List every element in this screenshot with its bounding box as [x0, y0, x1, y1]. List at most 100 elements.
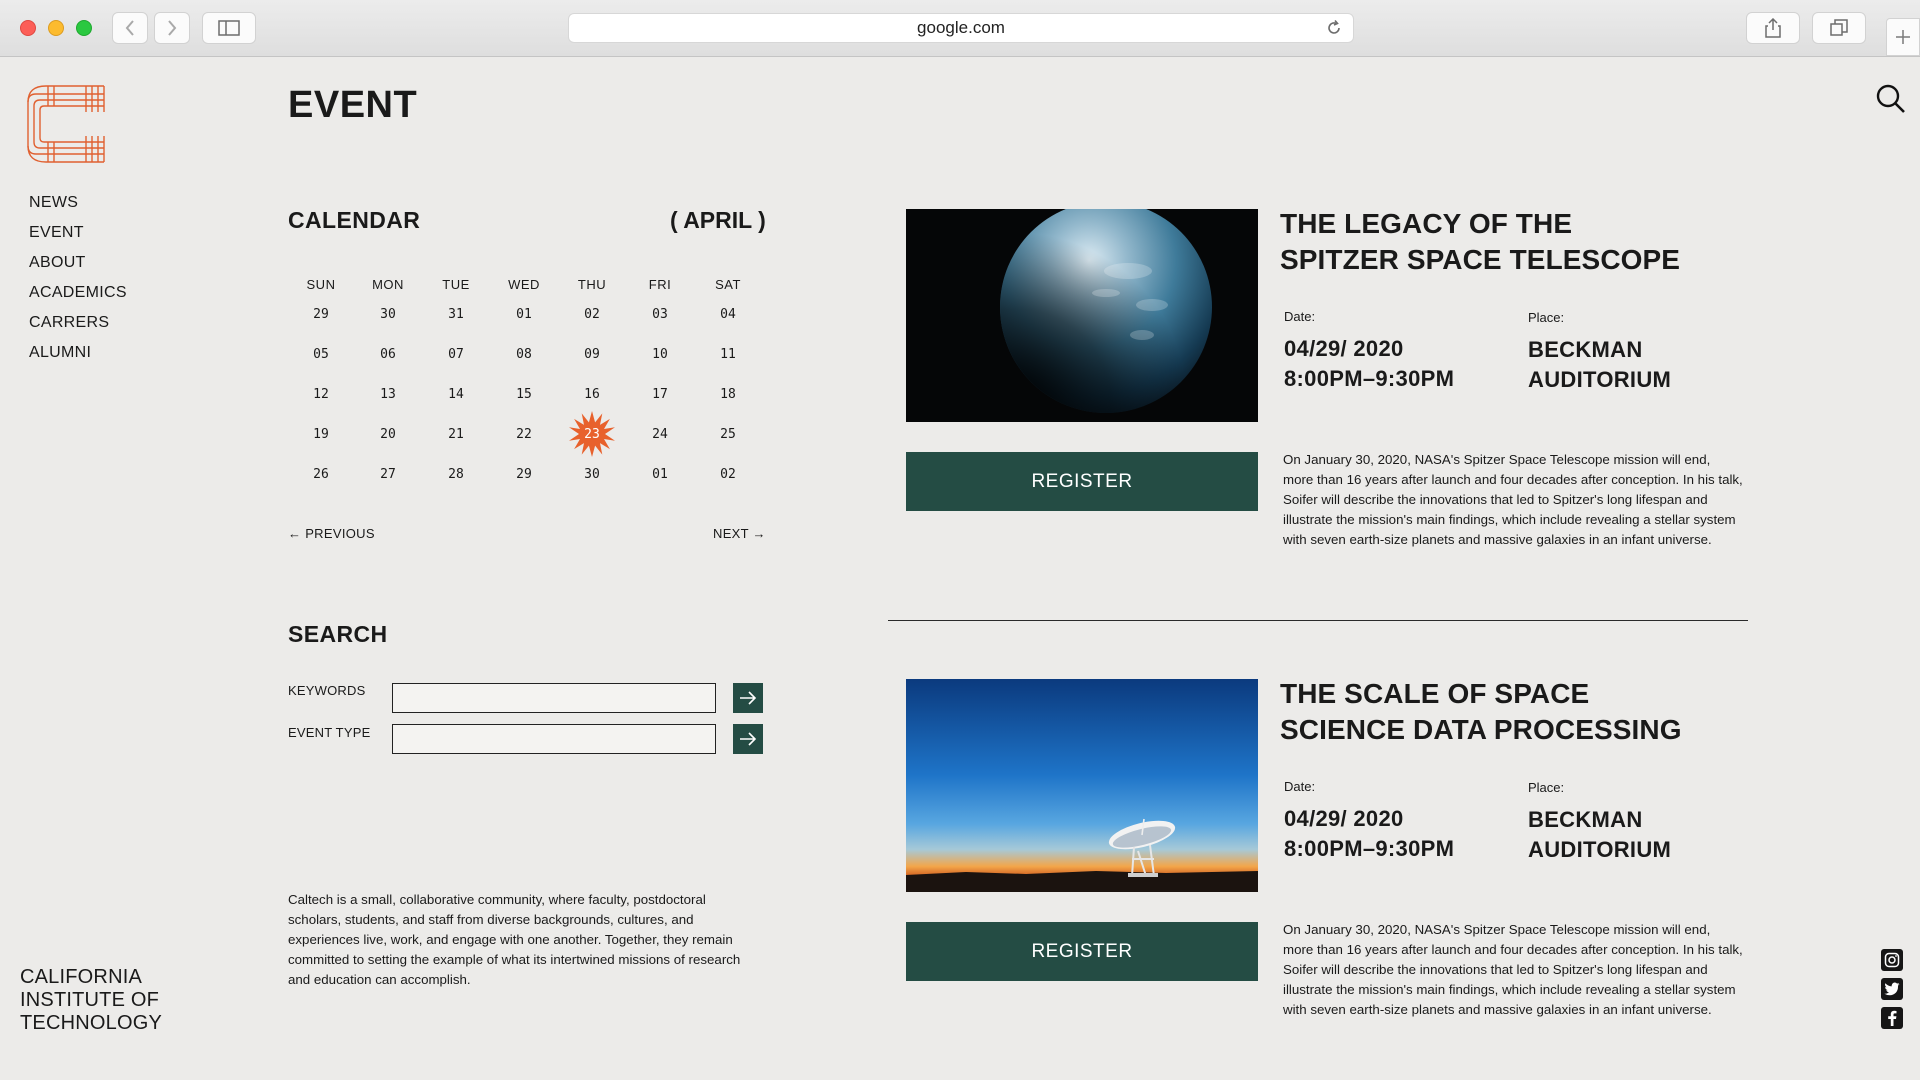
- tabs-button[interactable]: [1812, 12, 1866, 44]
- close-window-button[interactable]: [20, 20, 36, 36]
- calendar-day[interactable]: 12: [288, 387, 354, 402]
- weekday-sat: SAT: [715, 276, 741, 292]
- institution-line-3: TECHNOLOGY: [20, 1012, 163, 1034]
- calendar-day[interactable]: 05: [288, 347, 354, 362]
- tabs-icon: [1830, 19, 1848, 36]
- event-datetime: 04/29/ 2020 8:00PM–9:30PM: [1284, 804, 1454, 864]
- nav-item-news[interactable]: NEWS: [29, 192, 127, 222]
- event-date-label: Date:: [1284, 309, 1316, 324]
- share-icon: [1765, 18, 1781, 38]
- weekday-thu: THU: [577, 276, 607, 292]
- calendar-day[interactable]: 26: [288, 467, 354, 482]
- event-title-line-2: SPITZER SPACE TELESCOPE: [1280, 244, 1681, 275]
- calendar-day[interactable]: 25: [694, 427, 762, 442]
- search-icon[interactable]: [1876, 84, 1906, 114]
- calendar-day[interactable]: 07: [422, 347, 490, 362]
- next-month-link[interactable]: NEXT →: [713, 526, 766, 541]
- event-date-label: Date:: [1284, 779, 1316, 794]
- reload-icon[interactable]: [1325, 19, 1343, 37]
- sidebar-icon: [218, 20, 240, 36]
- calendar-day[interactable]: 31: [422, 307, 490, 322]
- calendar-day[interactable]: 17: [626, 387, 694, 402]
- calendar-day[interactable]: 30: [354, 307, 422, 322]
- share-button[interactable]: [1746, 12, 1800, 44]
- calendar-day[interactable]: 21: [422, 427, 490, 442]
- nav-item-alumni[interactable]: ALUMNI: [29, 342, 127, 372]
- event-image-telescope: [906, 679, 1258, 892]
- calendar-day[interactable]: 01: [626, 467, 694, 482]
- calendar-day[interactable]: 11: [694, 347, 762, 362]
- back-button[interactable]: [112, 12, 148, 44]
- calendar-day[interactable]: 29: [288, 307, 354, 322]
- instagram-icon[interactable]: [1881, 949, 1903, 971]
- calendar-day[interactable]: 08: [490, 347, 558, 362]
- event-date: 04/29/ 2020: [1284, 806, 1404, 831]
- calendar-day[interactable]: 06: [354, 347, 422, 362]
- calendar-week: 19 20 21 22 23 24 25: [288, 411, 764, 457]
- calendar-day[interactable]: 29: [490, 467, 558, 482]
- facebook-icon[interactable]: [1881, 1007, 1903, 1029]
- register-button[interactable]: REGISTER: [906, 452, 1258, 511]
- event-description: On January 30, 2020, NASA's Spitzer Spac…: [1283, 922, 1743, 1017]
- calendar-day[interactable]: 15: [490, 387, 558, 402]
- calendar-weekday-row: SUN MON TUE WED THU FRI SAT: [288, 274, 764, 294]
- planet-photo: [906, 209, 1258, 422]
- calendar-day[interactable]: 24: [626, 427, 694, 442]
- sidebar-toggle-button[interactable]: [202, 12, 256, 44]
- event-title-line-1: THE SCALE OF SPACE: [1280, 678, 1590, 709]
- event-type-input[interactable]: [392, 724, 716, 754]
- event-title[interactable]: THE LEGACY OF THE SPITZER SPACE TELESCOP…: [1280, 206, 1680, 278]
- calendar-day[interactable]: 09: [558, 347, 626, 362]
- keywords-input[interactable]: [392, 683, 716, 713]
- calendar-day[interactable]: 10: [626, 347, 694, 362]
- minimize-window-button[interactable]: [48, 20, 64, 36]
- caltech-logo-icon[interactable]: [26, 84, 106, 164]
- institution-line-1: CALIFORNIA: [20, 966, 143, 988]
- calendar-day[interactable]: 13: [354, 387, 422, 402]
- register-button[interactable]: REGISTER: [906, 922, 1258, 981]
- calendar-day[interactable]: 30: [558, 467, 626, 482]
- instagram-glyph: [1884, 952, 1900, 968]
- keywords-submit-button[interactable]: [733, 683, 763, 713]
- event-divider: [888, 620, 1748, 621]
- weekday-wed: WED: [508, 276, 540, 292]
- address-bar[interactable]: google.com: [568, 13, 1354, 43]
- previous-month-link[interactable]: ← PREVIOUS: [288, 526, 375, 541]
- event-time: 8:00PM–9:30PM: [1284, 366, 1455, 391]
- calendar-month: ( APRIL ): [670, 207, 766, 233]
- twitter-icon[interactable]: [1881, 978, 1903, 1000]
- chevron-right-icon: [168, 20, 177, 36]
- calendar-day[interactable]: 04: [694, 307, 762, 322]
- calendar-day[interactable]: 16: [558, 387, 626, 402]
- radio-telescope-photo: [906, 679, 1258, 892]
- calendar-day[interactable]: 18: [694, 387, 762, 402]
- new-tab-button[interactable]: [1886, 18, 1920, 56]
- event-place-label: Place:: [1528, 310, 1565, 325]
- nav-item-about[interactable]: ABOUT: [29, 252, 127, 282]
- event-title[interactable]: THE SCALE OF SPACE SCIENCE DATA PROCESSI…: [1280, 676, 1682, 748]
- calendar-day-selected[interactable]: 23: [558, 411, 626, 457]
- event-place-line-1: BECKMAN: [1528, 337, 1643, 362]
- nav-item-academics[interactable]: ACADEMICS: [29, 282, 127, 312]
- calendar-day[interactable]: 19: [288, 427, 354, 442]
- calendar-day[interactable]: 02: [558, 307, 626, 322]
- event-type-submit-button[interactable]: [733, 724, 763, 754]
- calendar-day[interactable]: 22: [490, 427, 558, 442]
- forward-button[interactable]: [154, 12, 190, 44]
- calendar-day[interactable]: 01: [490, 307, 558, 322]
- browser-toolbar: google.com: [0, 0, 1920, 57]
- nav-item-carrers[interactable]: CARRERS: [29, 312, 127, 342]
- selected-day-label: 23: [584, 426, 600, 442]
- calendar-day[interactable]: 28: [422, 467, 490, 482]
- event-type-label: EVENT TYPE: [288, 725, 371, 740]
- keywords-label: KEYWORDS: [288, 683, 366, 698]
- calendar-day[interactable]: 20: [354, 427, 422, 442]
- calendar-day[interactable]: 27: [354, 467, 422, 482]
- event-place: BECKMAN AUDITORIUM: [1528, 805, 1671, 865]
- maximize-window-button[interactable]: [76, 20, 92, 36]
- calendar-day[interactable]: 02: [694, 467, 762, 482]
- nav-item-event[interactable]: EVENT: [29, 222, 127, 252]
- calendar-day[interactable]: 14: [422, 387, 490, 402]
- calendar-day[interactable]: 03: [626, 307, 694, 322]
- facebook-glyph: [1888, 1010, 1897, 1026]
